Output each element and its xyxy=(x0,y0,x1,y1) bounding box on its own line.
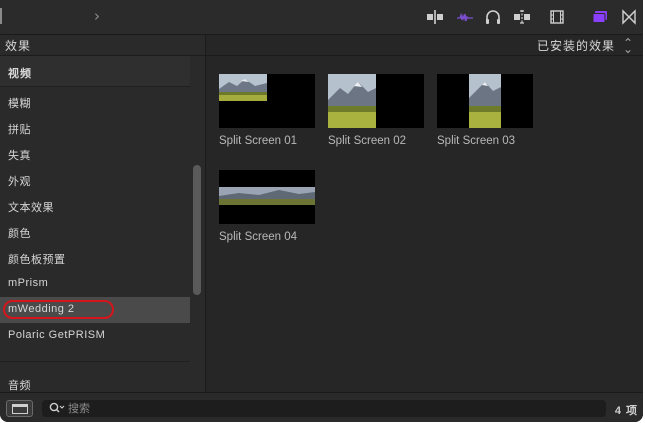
filter-header: 已安装的效果 ⌃ ⌄ xyxy=(206,35,643,56)
sidebar-item-label: 外观 xyxy=(8,176,31,188)
effect-tile-split-screen-02[interactable]: Split Screen 02 xyxy=(328,74,424,147)
sidebar-item-label: Polaric GetPRISM xyxy=(8,329,106,341)
landscape-preview-image xyxy=(469,74,501,128)
effects-grid-panel: 已安装的效果 ⌃ ⌄ Split Screen 01 Split Screen … xyxy=(206,35,643,392)
landscape-preview-image xyxy=(328,74,376,128)
category-audio-label: 音频 xyxy=(8,380,31,392)
sidebar-item-looks[interactable]: 外观 xyxy=(0,167,190,193)
category-video-label: 视频 xyxy=(8,68,32,80)
sidebar-item-tiling[interactable]: 拼贴 xyxy=(0,115,190,141)
item-count: 4 项 xyxy=(614,405,638,417)
snapping-icon[interactable] xyxy=(513,9,531,25)
divider xyxy=(0,361,190,362)
effect-tile-label: Split Screen 01 xyxy=(219,135,297,147)
sidebar-item-label: 文本效果 xyxy=(8,202,54,214)
bottom-bar: 4 项 xyxy=(0,392,643,422)
search-field[interactable] xyxy=(42,400,606,417)
sidebar-item-distortion[interactable]: 失真 xyxy=(0,141,190,167)
filmstrip-icon[interactable] xyxy=(548,9,566,25)
toolbar-edge-marker xyxy=(0,8,2,24)
search-input[interactable] xyxy=(68,400,588,417)
sidebar-item-color-board-presets[interactable]: 颜色板预置 xyxy=(0,245,190,271)
sidebar-item-text-effects[interactable]: 文本效果 xyxy=(0,193,190,219)
effect-thumbnail xyxy=(219,170,315,224)
effect-thumbnail xyxy=(437,74,533,128)
sidebar-item-blur[interactable]: 模糊 xyxy=(0,89,190,115)
sidebar-item-label: 模糊 xyxy=(8,98,31,110)
sidebar-item-label: 颜色板预置 xyxy=(8,254,66,266)
effect-thumbnail xyxy=(328,74,424,128)
sidebar-item-label: 失真 xyxy=(8,150,31,162)
split-clip-icon[interactable] xyxy=(426,9,444,25)
sidebar-scrollbar[interactable] xyxy=(193,165,201,295)
installed-effects-filter[interactable]: 已安装的效果 xyxy=(537,37,615,54)
chevron-right-icon[interactable]: › xyxy=(94,7,100,25)
effect-thumbnail xyxy=(219,74,315,128)
effect-tile-label: Split Screen 04 xyxy=(219,231,297,243)
effect-tile-label: Split Screen 02 xyxy=(328,135,406,147)
sidebar-item-color[interactable]: 颜色 xyxy=(0,219,190,245)
landscape-preview-image xyxy=(219,187,315,205)
headphones-icon[interactable] xyxy=(484,9,502,25)
landscape-preview-image xyxy=(219,74,267,101)
effect-tile-split-screen-04[interactable]: Split Screen 04 xyxy=(219,170,315,243)
up-down-chevron-icon[interactable]: ⌃ ⌄ xyxy=(623,36,633,56)
divider xyxy=(0,86,190,87)
sidebar-item-label: mWedding 2 xyxy=(8,303,75,315)
sidebar-item-label: mPrism xyxy=(8,277,49,289)
top-toolbar: › xyxy=(0,0,643,35)
effect-tile-split-screen-03[interactable]: Split Screen 03 xyxy=(437,74,533,147)
audio-waveform-icon[interactable] xyxy=(456,9,474,25)
effect-tile-split-screen-01[interactable]: Split Screen 01 xyxy=(219,74,315,147)
sidebar-item-label: 颜色 xyxy=(8,228,31,240)
effects-browser-window: › 效果 视频 模糊 拼贴 失真 外观 文本效果 颜色 颜色板预置 mPrism… xyxy=(0,0,643,422)
category-video[interactable]: 视频 xyxy=(0,56,190,86)
search-icon xyxy=(49,402,65,413)
sidebar-item-mwedding-2[interactable]: mWedding 2 xyxy=(0,297,190,323)
sidebar-item-label: 拼贴 xyxy=(8,124,31,136)
sidebar-title: 效果 xyxy=(5,39,32,53)
sidebar-item-mprism[interactable]: mPrism xyxy=(0,271,190,297)
effect-tile-label: Split Screen 03 xyxy=(437,135,515,147)
sidebar-item-polaric-getprism[interactable]: Polaric GetPRISM xyxy=(0,323,190,349)
sidebar-toggle-button[interactable] xyxy=(6,400,33,417)
effects-sidebar: 效果 视频 模糊 拼贴 失真 外观 文本效果 颜色 颜色板预置 mPrism m… xyxy=(0,35,206,392)
transitions-icon[interactable] xyxy=(620,9,638,25)
sidebar-icon xyxy=(12,404,28,414)
browser-effects-icon[interactable] xyxy=(591,9,609,25)
